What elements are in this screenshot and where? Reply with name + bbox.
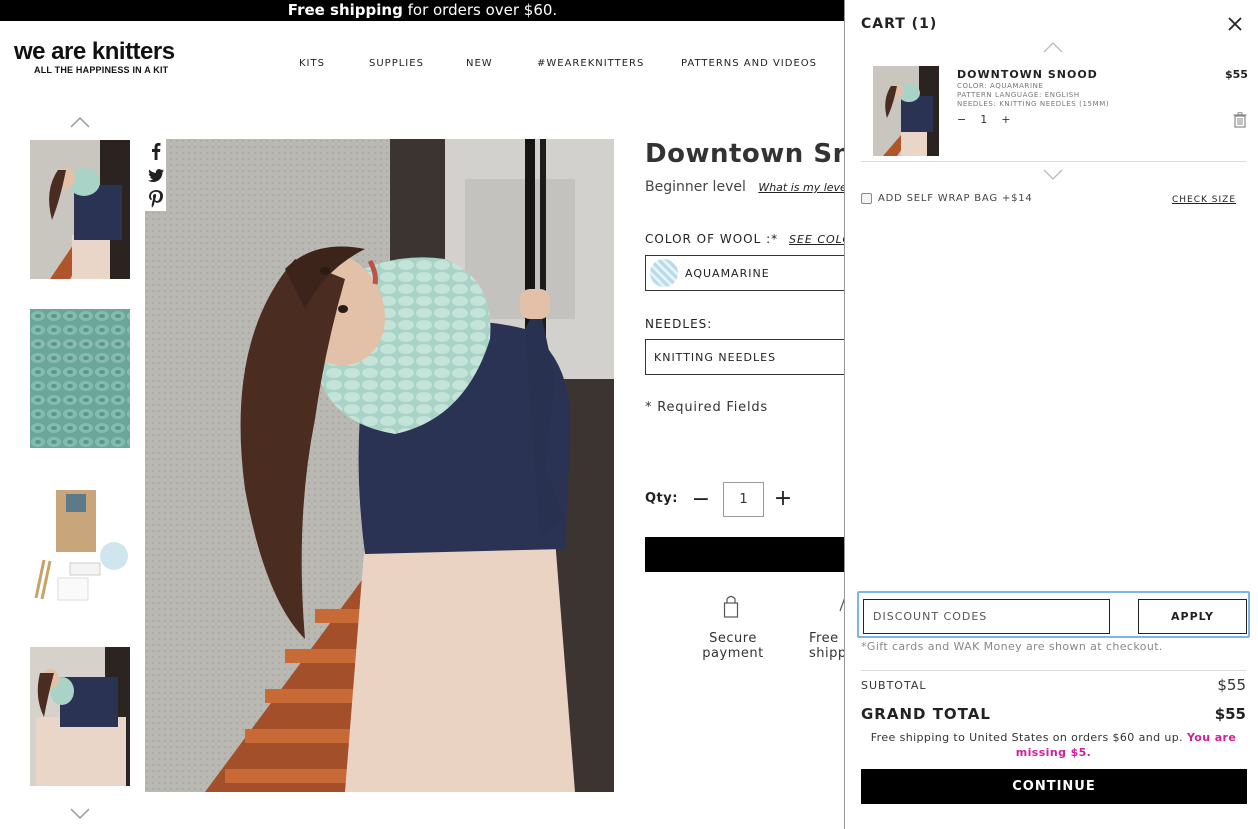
totals-divider [861, 670, 1246, 671]
apply-button[interactable]: APPLY [1138, 599, 1247, 634]
check-size-link[interactable]: CHECK SIZE [1172, 195, 1236, 205]
shipping-threshold-note: Free shipping to United States on orders… [861, 730, 1246, 760]
chevron-up-icon[interactable] [70, 116, 90, 128]
trash-icon[interactable] [1233, 112, 1247, 128]
level-text: Beginner level [645, 179, 746, 195]
grand-total-value: $55 [1214, 705, 1246, 723]
banner-text: for orders over $60. [402, 1, 558, 19]
chevron-up-icon[interactable] [1043, 41, 1063, 53]
qty-minus-button[interactable]: − [691, 487, 711, 512]
color-select[interactable]: AQUAMARINE [645, 255, 845, 291]
chevron-down-icon[interactable] [1043, 169, 1063, 181]
shipping-note-text: Free shipping to United States on orders… [870, 731, 1184, 744]
cart-item-needles: NEEDLES: KNITTING NEEDLES (15MM) [957, 100, 1110, 108]
color-label: COLOR OF WOOL :* SEE COLORS [645, 232, 845, 246]
product-info: Downtown Snood Beginner level What is my… [645, 0, 845, 829]
subtotal-value: $55 [1217, 676, 1246, 694]
close-icon[interactable] [1225, 14, 1245, 34]
banner-bold: Free shipping [287, 1, 403, 19]
continue-button[interactable]: CONTINUE [861, 769, 1247, 804]
product-level: Beginner level What is my level? [645, 179, 845, 195]
needles-label: NEEDLES: [645, 317, 713, 331]
nav-item-new[interactable]: NEW [466, 58, 493, 69]
cart-qty-value: 1 [980, 113, 988, 126]
logo-tagline: ALL THE HAPPINESS IN A KIT [34, 65, 169, 75]
product-title: Downtown Snood [645, 139, 845, 169]
qty-input[interactable]: 1 [723, 482, 764, 517]
share-bar [145, 139, 166, 211]
qty-label: Qty: [645, 491, 678, 506]
cart-qty-minus-button[interactable]: − [957, 113, 966, 126]
color-select-value: AQUAMARINE [685, 266, 770, 280]
cart-item-name[interactable]: DOWNTOWN SNOOD [957, 68, 1098, 81]
thumbnail-kit-contents[interactable] [30, 478, 130, 617]
nav-item-kits[interactable]: KITS [299, 58, 325, 69]
cart-item-qty-stepper: − 1 + [957, 113, 1010, 126]
facebook-icon[interactable] [145, 139, 166, 163]
thumbnail-yarn-texture[interactable] [30, 309, 130, 448]
wrap-bag-checkbox[interactable] [861, 193, 872, 204]
cart-item-price: $55 [1225, 68, 1248, 81]
logo[interactable]: we are knitters ALL THE HAPPINESS IN A K… [14, 38, 175, 76]
nav-item-supplies[interactable]: SUPPLIES [369, 58, 424, 69]
subtotal-label: SUBTOTAL [861, 679, 927, 692]
color-label-text: COLOR OF WOOL :* [645, 232, 779, 246]
wrap-bag-label: ADD SELF WRAP BAG +$14 [878, 193, 1033, 204]
product-main-image [145, 139, 614, 792]
discount-form: DISCOUNT CODES APPLY [857, 591, 1250, 638]
see-colors-link[interactable]: SEE COLORS [789, 233, 845, 246]
needles-select[interactable]: KNITTING NEEDLES [645, 339, 845, 375]
cart-title: CART (1) [861, 16, 938, 32]
add-to-cart-button[interactable] [645, 537, 845, 572]
wrap-bag-option[interactable]: ADD SELF WRAP BAG +$14 [861, 193, 1033, 204]
cart-qty-plus-button[interactable]: + [1001, 113, 1010, 126]
chevron-down-icon[interactable] [70, 808, 90, 820]
grand-total-label: GRAND TOTAL [861, 705, 991, 723]
discount-code-input[interactable]: DISCOUNT CODES [863, 599, 1110, 634]
logo-text: we are knitters [14, 38, 175, 65]
gift-cards-note: *Gift cards and WAK Money are shown at c… [861, 640, 1163, 653]
cart-drawer: CART (1) DOWNTOWN SNOOD COLOR: AQUAMARIN… [844, 0, 1258, 829]
secure-payment-text: Secure payment [702, 631, 764, 661]
thumbnail-model-1[interactable] [30, 140, 130, 279]
required-fields-note: * Required Fields [645, 400, 769, 415]
cart-item-image[interactable] [873, 66, 939, 156]
nav-item-weareknitters[interactable]: #WEAREKNITTERS [537, 58, 644, 69]
needles-select-value: KNITTING NEEDLES [654, 350, 777, 364]
cart-item-color: COLOR: AQUAMARINE [957, 82, 1044, 90]
cart-divider [861, 161, 1246, 162]
qty-plus-button[interactable]: + [773, 486, 793, 511]
twitter-icon[interactable] [145, 163, 166, 187]
free-shipping-text: Free shipping + [809, 631, 845, 661]
pinterest-icon[interactable] [145, 187, 166, 211]
thumbnail-model-2[interactable] [30, 647, 130, 786]
aquamarine-swatch-icon [650, 259, 678, 287]
cart-item-language: PATTERN LANGUAGE: ENGLISH [957, 91, 1080, 99]
lock-icon [723, 595, 739, 618]
level-link[interactable]: What is my level? [758, 181, 845, 194]
